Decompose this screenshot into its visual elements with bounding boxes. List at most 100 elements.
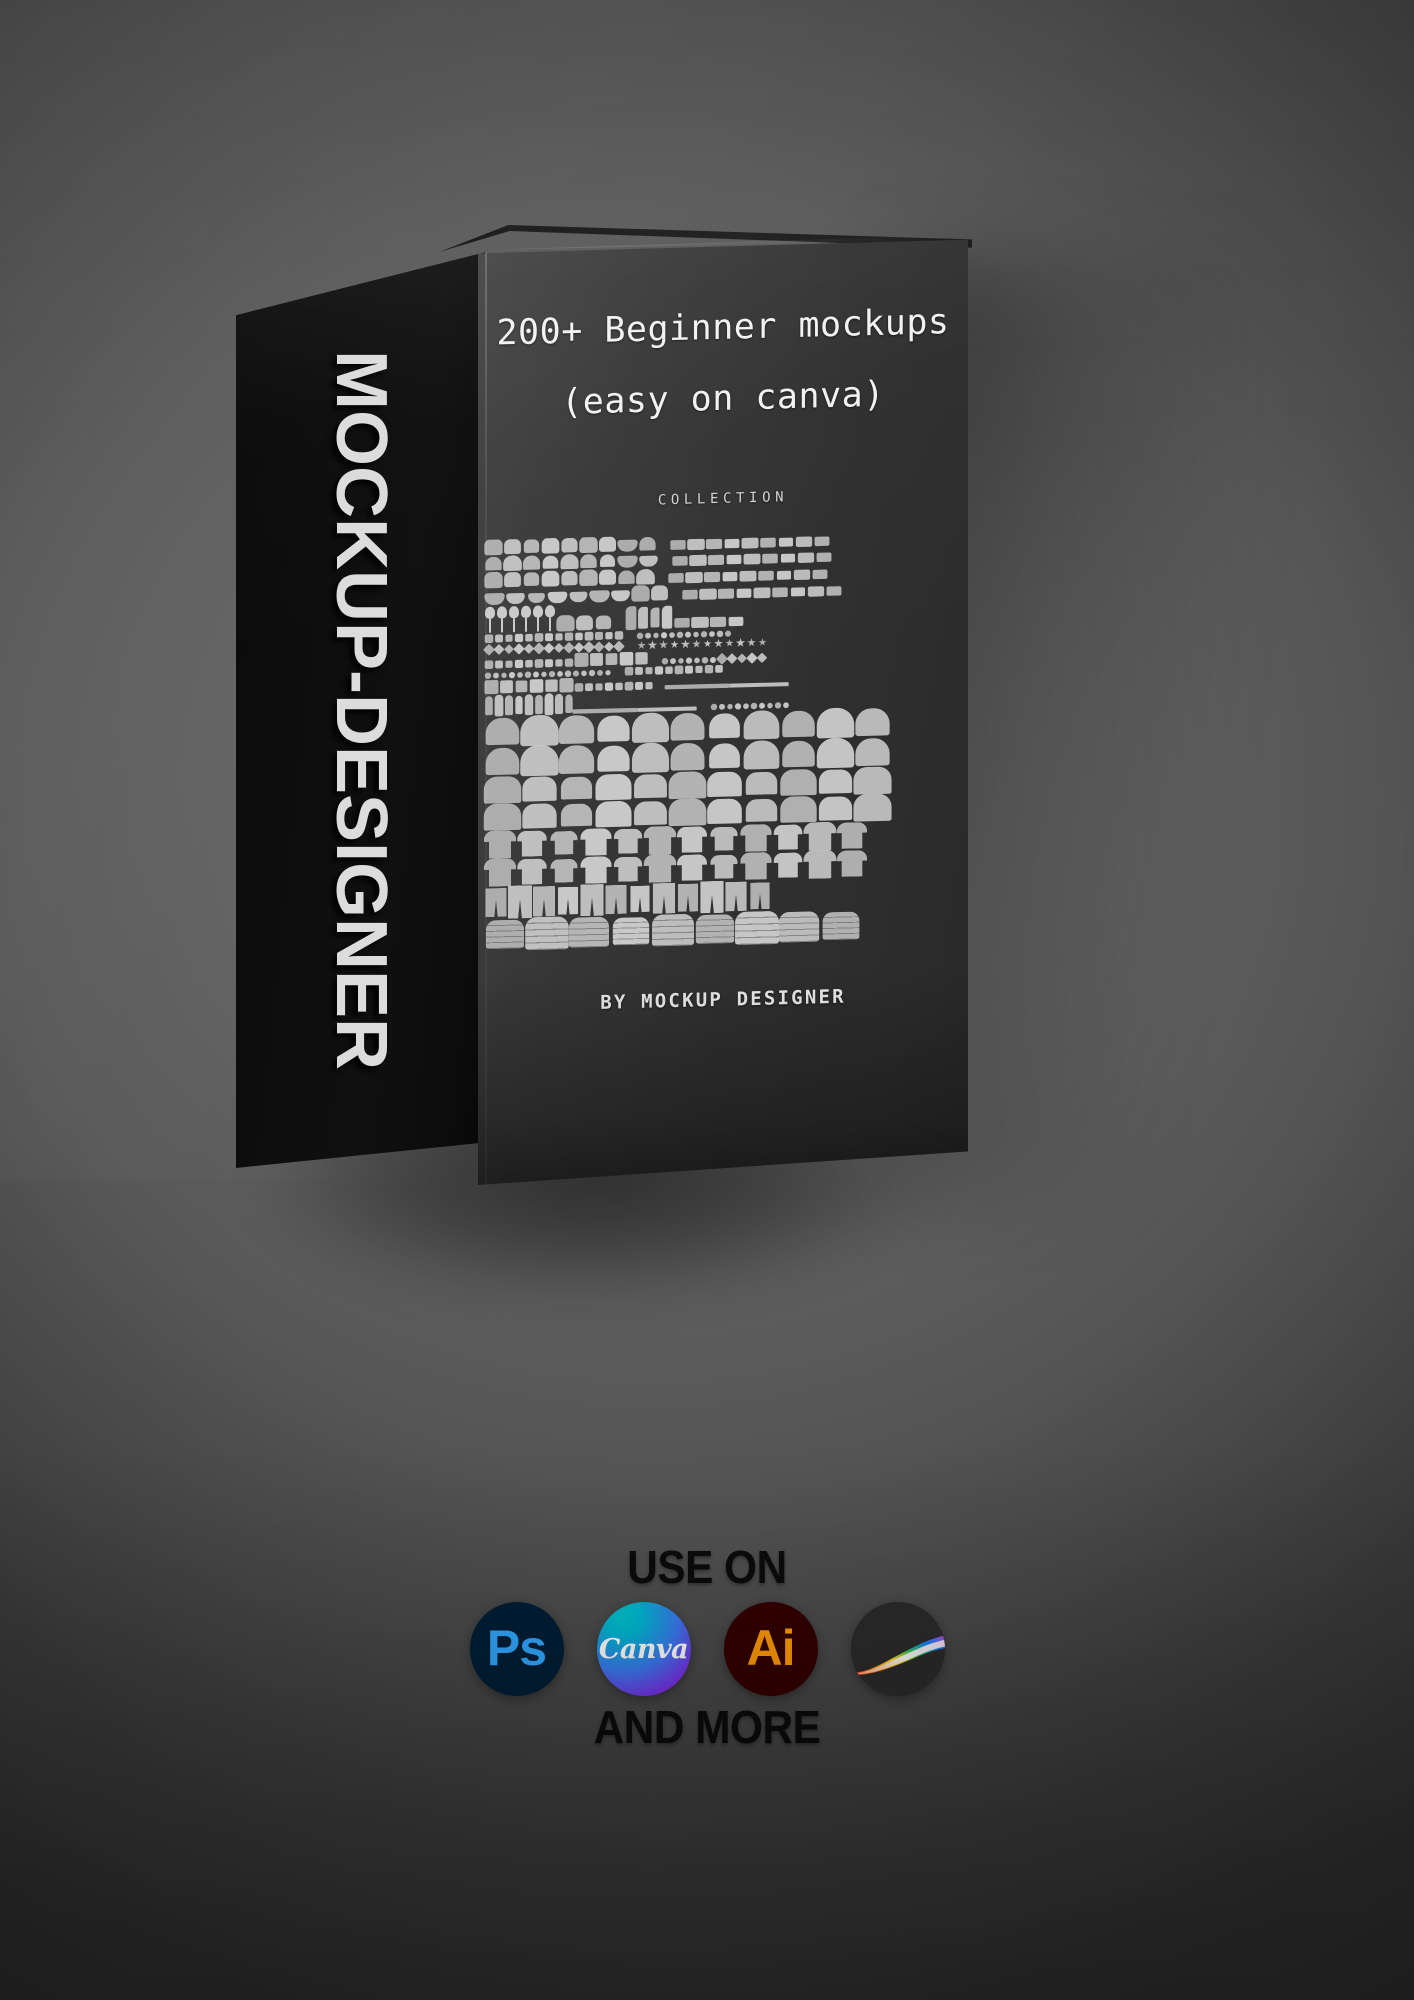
mockup-silhouette (515, 695, 523, 715)
mockup-silhouette (581, 670, 587, 677)
mockup-silhouette (543, 642, 555, 654)
mockup-silhouette (639, 536, 656, 551)
mockup-silhouette (665, 666, 673, 675)
mockup-silhouette (522, 776, 557, 802)
collection-label: COLLECTION (657, 489, 789, 509)
mockup-silhouette (495, 660, 503, 669)
mockup-silhouette (548, 670, 556, 678)
mockup-silhouette (542, 555, 559, 569)
mockup-silhouette (695, 914, 735, 944)
mockup-silhouette (612, 917, 650, 946)
mockup-silhouette (636, 632, 644, 640)
mockup-silhouette (617, 539, 638, 552)
mockup-silhouette (504, 538, 521, 555)
mockup-silhouette (617, 555, 638, 568)
mockup-silhouette (780, 553, 796, 563)
mockup-silhouette (700, 631, 708, 638)
mockup-silhouette (630, 885, 649, 912)
mockup-silhouette (700, 881, 724, 914)
grid-gap (614, 628, 624, 629)
mockup-silhouette (677, 826, 707, 853)
mockup-silhouette (564, 658, 574, 667)
mockup-silhouette (503, 555, 522, 572)
illustrator-icon[interactable]: Ai (723, 1602, 818, 1696)
mockup-silhouette (590, 652, 603, 667)
mockup-silhouette (560, 803, 593, 827)
mockup-silhouette (529, 679, 544, 693)
and-more-label: AND MORE (593, 1701, 821, 1753)
mockup-silhouette (745, 771, 778, 795)
mockup-silhouette (780, 795, 817, 823)
mockup-silhouette (677, 854, 707, 881)
mockup-silhouette (541, 537, 560, 554)
mockup-silhouette (541, 570, 560, 587)
mockup-silhouette (674, 617, 690, 628)
mockup-silhouette (676, 631, 684, 639)
mockup-silhouette (631, 585, 650, 602)
canva-icon[interactable]: Canva (596, 1602, 691, 1696)
mockup-silhouette (504, 571, 521, 588)
mockup-silhouette (762, 553, 778, 564)
mockup-silhouette (816, 707, 855, 739)
mockup-silhouette (625, 606, 637, 631)
mockup-silhouette (709, 616, 727, 628)
mockup-silhouette (822, 911, 860, 941)
mockup-silhouette (533, 671, 539, 678)
mockup-silhouette (505, 634, 513, 642)
mockup-silhouette (716, 630, 724, 638)
mockup-silhouette (595, 800, 632, 828)
mockup-silhouette (597, 715, 630, 742)
mockup-silhouette (569, 591, 588, 603)
mockup-silhouette (614, 828, 643, 853)
mockup-silhouette (580, 828, 611, 856)
mockup-silhouette (614, 631, 624, 640)
mockup-silhouette (650, 607, 660, 628)
mockup-silhouette (517, 672, 523, 678)
mockup-silhouette (855, 737, 890, 767)
photoshop-icon[interactable]: Ps (469, 1602, 564, 1696)
mockup-silhouette (635, 666, 643, 675)
app-logo-row: Ps Canva Ai (0, 1602, 1414, 1696)
product-byline: BY MOCKUP DESIGNER (600, 985, 846, 1014)
mockup-silhouette (485, 888, 506, 917)
mockup-silhouette (660, 632, 668, 639)
mockup-silhouette (545, 659, 553, 668)
mockup-silhouette (534, 659, 544, 668)
mockup-silhouette (652, 913, 694, 947)
box-spine-face: MOCKUP-DESIGNER (236, 252, 486, 1168)
mockup-silhouette (636, 568, 655, 585)
mockup-silhouette (484, 858, 516, 887)
mockup-silhouette (707, 771, 742, 798)
procreate-icon[interactable] (850, 1602, 945, 1696)
mockup-silhouette (547, 591, 568, 604)
mockup-silhouette (615, 682, 623, 691)
mockup-silhouette (795, 536, 813, 548)
mockup-silhouette (659, 640, 668, 649)
grid-gap (613, 674, 623, 675)
mockup-silhouette (710, 703, 718, 711)
mockup-silhouette (709, 631, 715, 638)
mockup-silhouette (569, 916, 609, 948)
mockup-silhouette (729, 682, 789, 688)
mockup-silhouette (739, 570, 757, 582)
mockup-silhouette (709, 743, 740, 769)
mockup-silhouette (685, 571, 703, 584)
mockup-silhouette (743, 710, 780, 740)
mockup-silhouette (726, 653, 738, 665)
mockup-silhouette (661, 657, 669, 665)
product-title-block: 200+ Beginner mockups (easy on canva) (478, 302, 968, 423)
mockup-silhouette (637, 706, 697, 712)
mockup-silhouette (565, 694, 573, 713)
mockup-silhouette (774, 702, 782, 709)
mockup-silhouette (497, 606, 507, 633)
mockup-silhouette (557, 670, 563, 677)
mockup-silhouette (535, 694, 543, 715)
mockup-silhouette (485, 717, 520, 746)
mockup-silhouette (545, 633, 553, 642)
mockup-silhouette (558, 744, 595, 775)
mockup-silhouette (580, 884, 603, 916)
mockup-silhouette (759, 702, 765, 709)
mockup-silhouette (520, 744, 559, 777)
mockup-silhouette (600, 554, 615, 568)
mockup-silhouette (514, 633, 524, 643)
